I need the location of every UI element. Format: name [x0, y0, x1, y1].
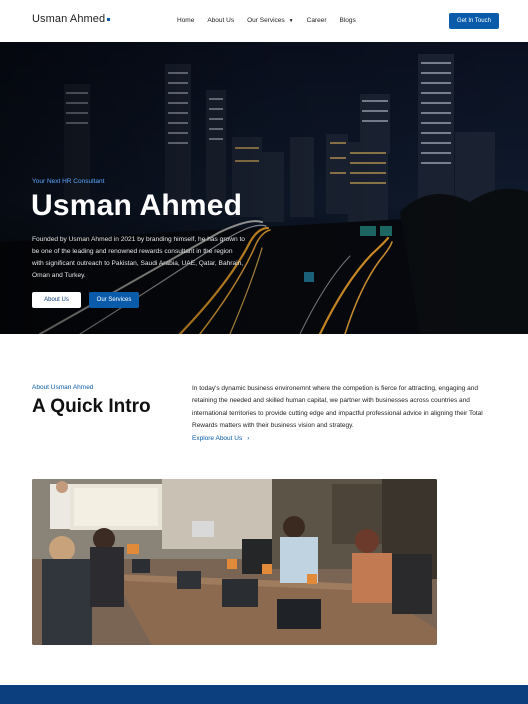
logo-dot: [107, 18, 111, 21]
hero-description: Founded by Usman Ahmed in 2021 by brandi…: [32, 236, 245, 279]
intro-text: In today's dynamic business environemnt …: [192, 385, 483, 429]
nav-our-services[interactable]: Our Services ▼: [247, 17, 294, 24]
nav-career[interactable]: Career: [307, 17, 327, 24]
about-us-button[interactable]: About Us: [32, 292, 81, 308]
nav-our-services-label: Our Services: [247, 17, 285, 24]
explore-about-us-link[interactable]: Explore About Us ›: [192, 435, 249, 442]
footer-band: [0, 685, 528, 704]
logo[interactable]: Usman Ahmed: [32, 13, 111, 25]
hero-city-night-image: [0, 42, 528, 334]
nav-home[interactable]: Home: [177, 17, 194, 24]
chevron-right-icon: ›: [247, 435, 250, 442]
site-header: Usman Ahmed Home About Us Our Services ▼ …: [0, 0, 528, 42]
team-meeting-photo: [32, 479, 437, 645]
team-meeting-image: [32, 479, 437, 645]
nav-about-us[interactable]: About Us: [207, 17, 234, 24]
get-in-touch-button[interactable]: Get In Touch: [449, 13, 499, 29]
nav-blogs[interactable]: Blogs: [340, 17, 356, 24]
our-services-button[interactable]: Our Services: [89, 292, 139, 308]
caret-down-icon: ▼: [288, 18, 294, 24]
main-nav: Home About Us Our Services ▼ Career Blogs: [177, 17, 369, 24]
logo-text: Usman Ahmed: [32, 13, 106, 25]
intro-title: A Quick Intro: [32, 396, 151, 417]
hero-section: Your Next HR Consultant Usman Ahmed Foun…: [0, 42, 528, 334]
intro-tagline: About Usman Ahmed: [32, 384, 94, 391]
hero-tagline: Your Next HR Consultant: [32, 178, 105, 185]
explore-about-us-label: Explore About Us: [192, 435, 243, 442]
hero-title: Usman Ahmed: [31, 189, 243, 222]
